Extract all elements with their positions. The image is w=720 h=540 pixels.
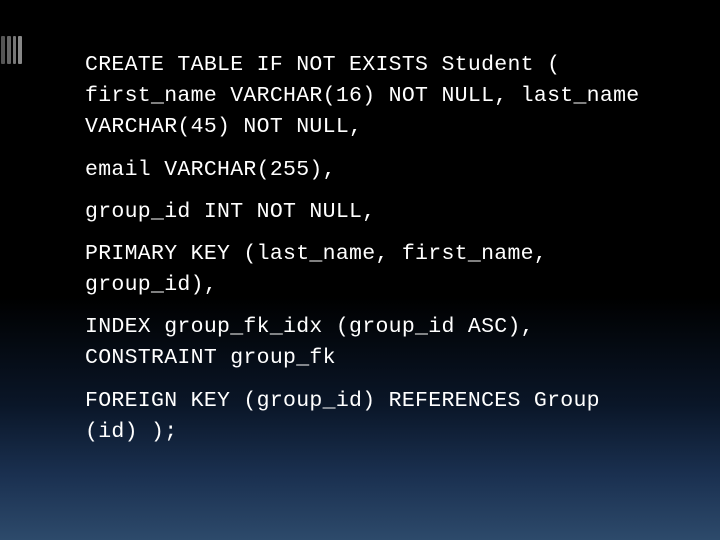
sql-line-6: FOREIGN KEY (group_id) REFERENCES Group … <box>85 386 660 448</box>
sql-line-2: email VARCHAR(255), <box>85 155 660 186</box>
slide-body: CREATE TABLE IF NOT EXISTS Student ( fir… <box>85 50 660 459</box>
sql-line-3: group_id INT NOT NULL, <box>85 197 660 228</box>
sql-line-5: INDEX group_fk_idx (group_id ASC), CONST… <box>85 312 660 374</box>
sql-line-1: CREATE TABLE IF NOT EXISTS Student ( fir… <box>85 50 660 144</box>
left-edge-decoration <box>1 36 22 64</box>
sql-line-4: PRIMARY KEY (last_name, first_name, grou… <box>85 239 660 301</box>
